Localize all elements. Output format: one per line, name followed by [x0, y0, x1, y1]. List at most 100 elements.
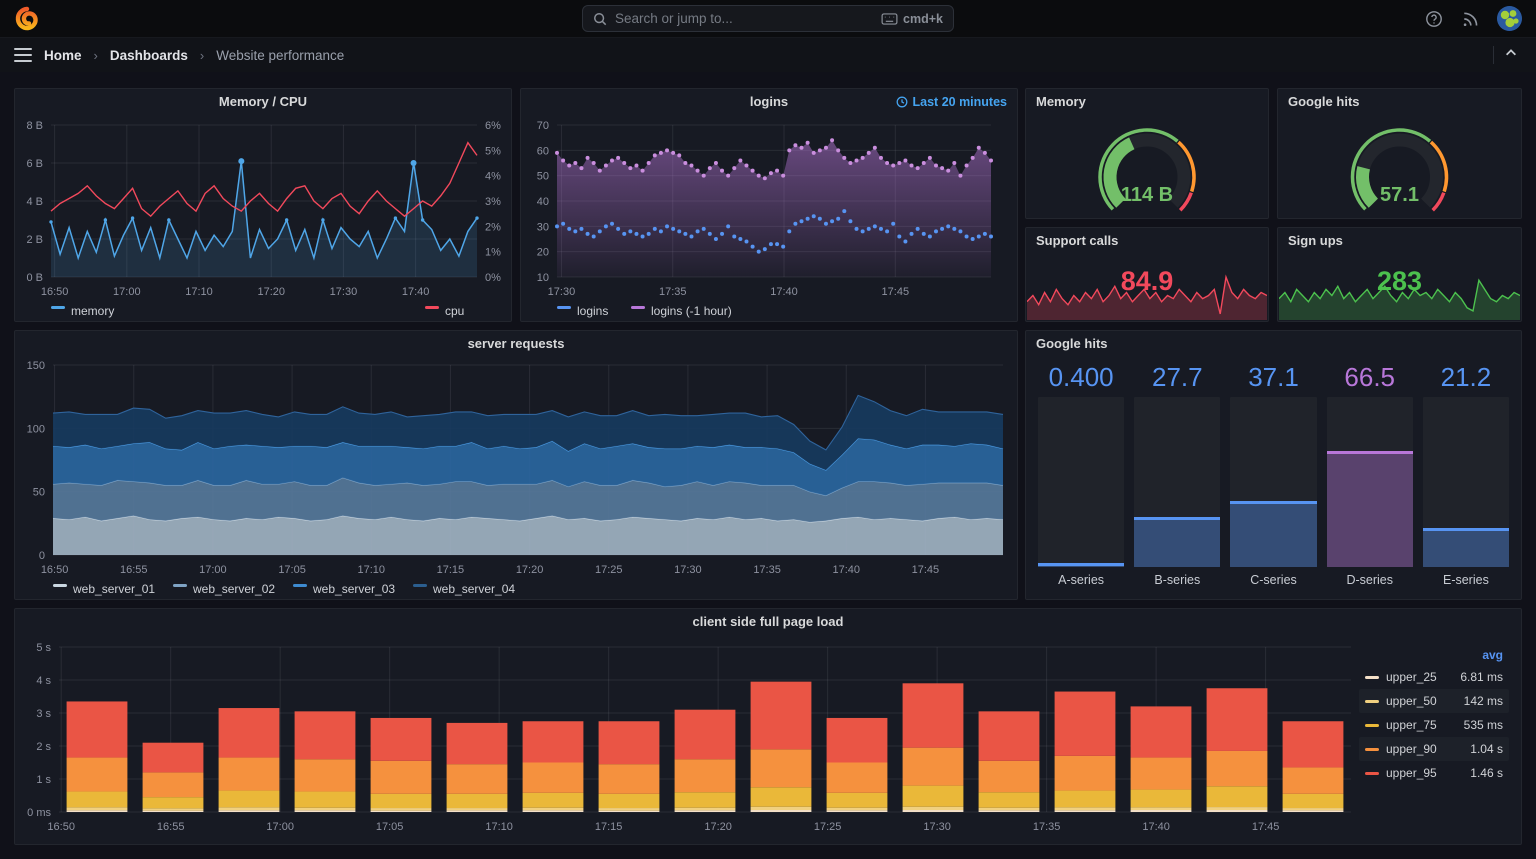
logins-point[interactable] [622, 231, 627, 236]
bar-segment-upper_95[interactable] [978, 711, 1040, 761]
bar-segment-upper_50[interactable] [370, 808, 432, 811]
logins-point[interactable] [738, 237, 743, 241]
logins-point[interactable] [555, 224, 559, 229]
logins-point[interactable] [854, 226, 859, 231]
logins-point[interactable] [610, 221, 615, 226]
news-rss-icon[interactable] [1461, 10, 1479, 28]
bar-segment-upper_95[interactable] [1282, 721, 1344, 768]
bar-segment-upper_95[interactable] [598, 721, 660, 765]
bar-segment-upper_50[interactable] [1130, 807, 1192, 811]
bar-segment-upper_75[interactable] [522, 792, 584, 808]
bar-segment-upper_95[interactable] [826, 717, 888, 763]
bar-segment-upper_50[interactable] [598, 808, 660, 811]
legend-series-name[interactable]: upper_95 [1386, 766, 1437, 780]
bar-segment-upper_50[interactable] [294, 807, 356, 811]
bar-segment-upper_25[interactable] [1282, 810, 1344, 812]
axis-label[interactable]: cpu [445, 304, 464, 318]
bar-segment-upper_25[interactable] [142, 810, 204, 812]
bar-segment-upper_75[interactable] [1054, 790, 1116, 808]
legend-series-name[interactable]: upper_50 [1386, 694, 1437, 708]
logins-point[interactable] [989, 234, 993, 239]
grafana-logo-icon[interactable] [14, 6, 40, 32]
logins-point[interactable] [573, 229, 578, 234]
bar-segment-upper_90[interactable] [1054, 755, 1116, 791]
bar-segment-upper_95[interactable] [1206, 688, 1268, 751]
bar-gauge-column[interactable]: 21.2 E-series [1422, 357, 1510, 591]
panel-title[interactable]: client side full page load [15, 609, 1521, 635]
bar-segment-upper_50[interactable] [1282, 808, 1344, 811]
logins-point[interactable] [603, 224, 608, 229]
bar-segment-upper_75[interactable] [1206, 786, 1268, 808]
bar-gauge-column[interactable]: 27.7 B-series [1134, 357, 1221, 591]
page-load-chart[interactable]: 16:50 16:55 17:00 17:05 17:10 17:15 17:20 17:25… [15, 635, 1521, 844]
logins-point[interactable] [872, 224, 877, 229]
logins-point[interactable] [732, 234, 737, 239]
logins-point[interactable] [579, 226, 584, 231]
axis-label[interactable]: logins [577, 304, 608, 318]
logins-point[interactable] [597, 229, 602, 234]
bar-segment-upper_75[interactable] [902, 785, 964, 807]
bar-segment-upper_75[interactable] [978, 792, 1040, 808]
logins-point[interactable] [726, 224, 731, 229]
logins-point[interactable] [744, 239, 749, 244]
logins-point[interactable] [976, 234, 981, 239]
logins-point[interactable] [775, 242, 780, 247]
bar-gauge-column[interactable]: 0.400 A-series [1038, 357, 1125, 591]
bar-segment-upper_75[interactable] [750, 787, 812, 807]
axis-label[interactable]: logins (-1 hour) [651, 304, 732, 318]
logins-point[interactable] [689, 234, 694, 239]
bar-segment-upper_25[interactable] [750, 810, 812, 812]
bar-segment-upper_75[interactable] [294, 791, 356, 808]
axis-label[interactable]: web_server_04 [432, 582, 515, 596]
logins-point[interactable] [781, 244, 786, 249]
bar-segment-upper_50[interactable] [902, 806, 964, 811]
logins-prev-area[interactable] [557, 140, 991, 277]
legend-series-name[interactable]: upper_75 [1386, 718, 1437, 732]
bar-segment-upper_25[interactable] [902, 810, 964, 812]
panel-title[interactable]: server requests [15, 331, 1017, 357]
logins-point[interactable] [634, 231, 639, 236]
logins-point[interactable] [652, 226, 657, 231]
bar-segment-upper_90[interactable] [66, 757, 128, 792]
logins-point[interactable] [799, 219, 804, 224]
bar-segment-upper_25[interactable] [66, 810, 128, 812]
bar-segment-upper_50[interactable] [218, 807, 280, 811]
bar-segment-upper_95[interactable] [66, 701, 128, 758]
bar-segment-upper_25[interactable] [522, 810, 584, 812]
logins-point[interactable] [952, 226, 957, 231]
logins-point[interactable] [616, 226, 621, 231]
bar-segment-upper_25[interactable] [598, 810, 660, 812]
bar-segment-upper_25[interactable] [1206, 810, 1268, 812]
logins-point[interactable] [897, 234, 902, 239]
logins-point[interactable] [933, 229, 938, 234]
bar-segment-upper_90[interactable] [598, 764, 660, 794]
logins-point[interactable] [591, 234, 596, 239]
chevron-up-icon[interactable] [1504, 46, 1522, 64]
bar-gauge-column[interactable]: 37.1 C-series [1230, 357, 1317, 591]
logins-point[interactable] [561, 221, 566, 226]
logins-point[interactable] [878, 226, 883, 231]
panel-title[interactable]: Support calls [1026, 228, 1268, 254]
panel-title[interactable]: Google hits [1278, 89, 1521, 115]
bar-segment-upper_25[interactable] [1054, 810, 1116, 812]
google-hits-gauge[interactable]: 57.1 [1278, 115, 1521, 218]
axis-label[interactable]: web_server_03 [312, 582, 395, 596]
logins-point[interactable] [909, 231, 914, 236]
logins-point[interactable] [671, 226, 676, 231]
bar-gauge-column[interactable]: 66.5 D-series [1326, 357, 1413, 591]
logins-point[interactable] [866, 226, 871, 231]
bar-segment-upper_90[interactable] [218, 757, 280, 791]
bar-segment-upper_75[interactable] [142, 797, 204, 809]
bar-segment-upper_95[interactable] [1130, 706, 1192, 758]
bar-segment-upper_25[interactable] [294, 810, 356, 812]
logins-point[interactable] [646, 231, 651, 236]
bar-segment-upper_90[interactable] [446, 764, 508, 794]
bar-segment-upper_90[interactable] [750, 749, 812, 788]
logins-point[interactable] [683, 231, 688, 236]
bar-segment-upper_50[interactable] [750, 806, 812, 811]
logins-point[interactable] [915, 226, 920, 231]
legend-series-name[interactable]: upper_90 [1386, 742, 1437, 756]
bar-segment-upper_75[interactable] [218, 790, 280, 808]
bar-segment-upper_95[interactable] [750, 681, 812, 750]
bar-segment-upper_75[interactable] [1282, 793, 1344, 809]
